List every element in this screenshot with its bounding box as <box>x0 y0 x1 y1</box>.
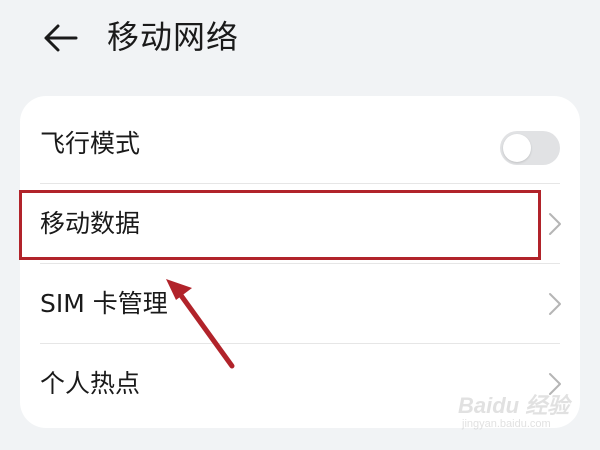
arrow-left-icon <box>44 24 78 52</box>
toggle-knob <box>503 134 531 162</box>
chevron-right-icon <box>549 373 561 395</box>
settings-item-label: SIM 卡管理 <box>40 289 168 318</box>
back-button[interactable] <box>36 16 84 60</box>
settings-item-airplane-mode[interactable]: 飞行模式 <box>20 104 580 184</box>
header: 移动网络 <box>0 0 600 80</box>
airplane-mode-toggle[interactable] <box>500 131 560 165</box>
chevron-right-icon <box>549 293 561 315</box>
page-title: 移动网络 <box>107 18 240 56</box>
settings-item-label: 飞行模式 <box>40 129 141 158</box>
settings-card: 飞行模式 移动数据 SIM 卡管理 个人热点 <box>20 96 580 428</box>
chevron-right-icon <box>549 213 561 235</box>
settings-item-label: 移动数据 <box>40 209 141 238</box>
settings-item-sim-management[interactable]: SIM 卡管理 <box>20 264 580 344</box>
settings-item-label: 个人热点 <box>40 369 141 398</box>
settings-item-personal-hotspot[interactable]: 个人热点 <box>20 344 580 424</box>
settings-item-mobile-data[interactable]: 移动数据 <box>20 184 580 264</box>
